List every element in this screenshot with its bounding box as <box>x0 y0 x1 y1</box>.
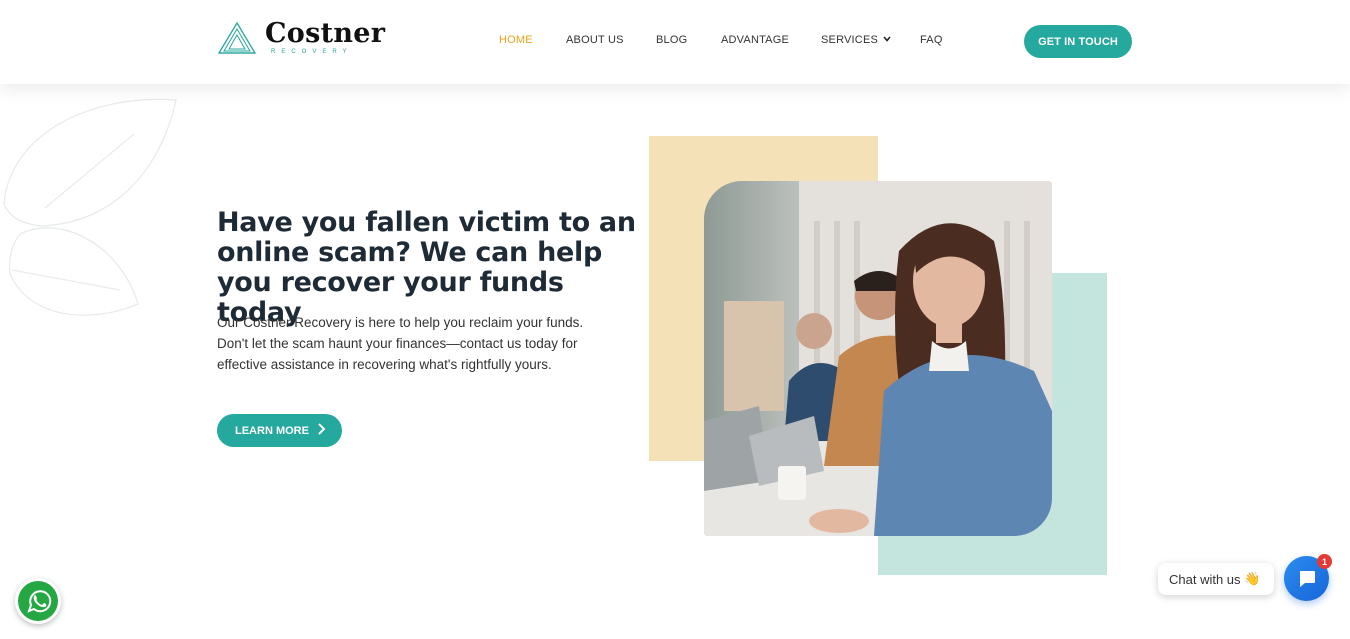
nav-item-blog[interactable]: BLOG <box>656 34 687 46</box>
whatsapp-icon <box>18 581 58 621</box>
office-workers-illustration <box>704 181 1052 536</box>
whatsapp-button[interactable] <box>15 578 61 624</box>
chat-prompt-bubble[interactable]: Chat with us 👋 <box>1158 563 1274 595</box>
nav-item-services-label: SERVICES <box>821 34 879 46</box>
nav-item-about-us[interactable]: ABOUT US <box>566 34 624 46</box>
hero-title: Have you fallen victim to an online scam… <box>217 207 636 328</box>
get-in-touch-button[interactable]: GET IN TOUCH <box>1024 25 1132 58</box>
brand-logo[interactable]: Costner RECOVERY <box>217 20 385 56</box>
nav-item-home[interactable]: HOME <box>499 34 533 46</box>
logo-mark-icon <box>217 21 257 54</box>
learn-more-label: LEARN MORE <box>235 424 309 437</box>
brand-tagline: RECOVERY <box>271 49 353 55</box>
unread-count-badge: 1 <box>1317 554 1332 569</box>
waving-hand-icon: 👋 <box>1244 571 1261 586</box>
site-header: Costner RECOVERY HOME ABOUT US BLOG ADVA… <box>0 0 1350 84</box>
nav-item-faq[interactable]: FAQ <box>920 34 943 46</box>
chevron-right-icon <box>318 423 326 435</box>
nav-item-services[interactable]: SERVICES <box>821 34 891 46</box>
brand-name: Costner <box>265 18 386 49</box>
nav-item-advantage[interactable]: ADVANTAGE <box>721 34 789 46</box>
chat-icon <box>1299 570 1315 587</box>
chat-prompt-label: Chat with us <box>1169 571 1241 587</box>
learn-more-button[interactable]: LEARN MORE <box>217 414 342 447</box>
chevron-down-icon <box>883 36 891 42</box>
hero-photo <box>704 181 1052 536</box>
hero-description: Our Costner Recovery is here to help you… <box>217 315 584 372</box>
leaf-decoration <box>3 98 177 316</box>
